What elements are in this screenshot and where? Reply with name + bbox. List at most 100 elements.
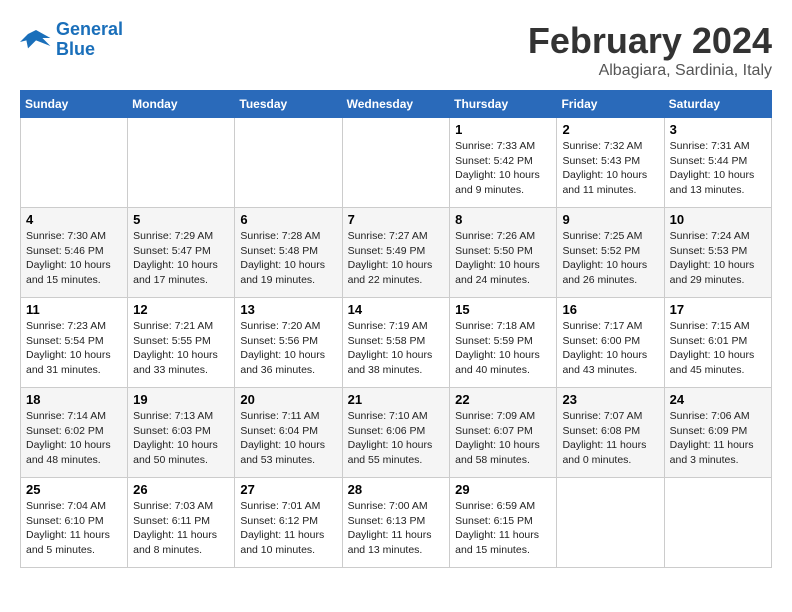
weekday-header-monday: Monday <box>128 91 235 118</box>
day-cell <box>342 118 450 208</box>
day-number: 7 <box>348 212 445 227</box>
day-number: 29 <box>455 482 551 497</box>
day-cell: 19Sunrise: 7:13 AMSunset: 6:03 PMDayligh… <box>128 388 235 478</box>
location: Albagiara, Sardinia, Italy <box>528 62 772 80</box>
day-info: Sunrise: 7:07 AMSunset: 6:08 PMDaylight:… <box>562 409 658 468</box>
day-cell: 4 Sunrise: 7:30 AMSunset: 5:46 PMDaylight… <box>21 208 128 298</box>
day-cell: 17 Sunrise: 7:15 AMSunset: 6:01 PMDayligh… <box>664 298 771 388</box>
day-cell: 11 Sunrise: 7:23 AMSunset: 5:54 PMDayligh… <box>21 298 128 388</box>
day-number: 20 <box>240 392 336 407</box>
day-info: Sunrise: 7:00 AMSunset: 6:13 PMDaylight:… <box>348 499 445 558</box>
day-cell: 13 Sunrise: 7:20 AMSunset: 5:56 PMDayligh… <box>235 298 342 388</box>
day-info: Sunrise: 7:06 AMSunset: 6:09 PMDaylight:… <box>670 409 766 468</box>
day-info: Sunrise: 7:25 AMSunset: 5:52 PMDaylight:… <box>562 229 658 288</box>
weekday-header-friday: Friday <box>557 91 664 118</box>
day-info: Sunrise: 7:14 AMSunset: 6:02 PMDaylight:… <box>26 409 122 468</box>
day-number: 1 <box>455 122 551 137</box>
weekday-header-thursday: Thursday <box>450 91 557 118</box>
day-number: 4 <box>26 212 122 227</box>
day-info: Sunrise: 7:20 AMSunset: 5:56 PMDaylight:… <box>240 319 336 378</box>
day-cell: 21 Sunrise: 7:10 AMSunset: 6:06 PMDayligh… <box>342 388 450 478</box>
day-cell: 8Sunrise: 7:26 AMSunset: 5:50 PMDaylight… <box>450 208 557 298</box>
week-row-2: 4 Sunrise: 7:30 AMSunset: 5:46 PMDaylight… <box>21 208 772 298</box>
day-number: 13 <box>240 302 336 317</box>
day-info: Sunrise: 7:04 AMSunset: 6:10 PMDaylight:… <box>26 499 122 558</box>
day-info: Sunrise: 7:17 AMSunset: 6:00 PMDaylight:… <box>562 319 658 378</box>
day-info: Sunrise: 7:32 AMSunset: 5:43 PMDaylight:… <box>562 139 658 198</box>
day-number: 2 <box>562 122 658 137</box>
day-info: Sunrise: 7:15 AMSunset: 6:01 PMDaylight:… <box>670 319 766 378</box>
week-row-5: 25Sunrise: 7:04 AMSunset: 6:10 PMDayligh… <box>21 478 772 568</box>
day-number: 27 <box>240 482 336 497</box>
day-number: 16 <box>562 302 658 317</box>
day-number: 5 <box>133 212 229 227</box>
day-cell: 12 Sunrise: 7:21 AMSunset: 5:55 PMDayligh… <box>128 298 235 388</box>
logo-text: General Blue <box>56 20 123 60</box>
day-cell: 2 Sunrise: 7:32 AMSunset: 5:43 PMDaylight… <box>557 118 664 208</box>
day-cell: 27Sunrise: 7:01 AMSunset: 6:12 PMDayligh… <box>235 478 342 568</box>
day-number: 21 <box>348 392 445 407</box>
day-cell: 1Sunrise: 7:33 AMSunset: 5:42 PMDaylight… <box>450 118 557 208</box>
day-info: Sunrise: 7:30 AMSunset: 5:46 PMDaylight:… <box>26 229 122 288</box>
day-number: 15 <box>455 302 551 317</box>
day-cell <box>128 118 235 208</box>
day-info: Sunrise: 7:28 AMSunset: 5:48 PMDaylight:… <box>240 229 336 288</box>
day-info: Sunrise: 7:10 AMSunset: 6:06 PMDaylight:… <box>348 409 445 468</box>
day-cell: 29 Sunrise: 6:59 AMSunset: 6:15 PMDayligh… <box>450 478 557 568</box>
day-info: Sunrise: 7:23 AMSunset: 5:54 PMDaylight:… <box>26 319 122 378</box>
logo-icon <box>20 26 52 54</box>
day-cell: 14 Sunrise: 7:19 AMSunset: 5:58 PMDayligh… <box>342 298 450 388</box>
day-cell <box>21 118 128 208</box>
day-cell: 23 Sunrise: 7:07 AMSunset: 6:08 PMDayligh… <box>557 388 664 478</box>
day-number: 6 <box>240 212 336 227</box>
weekday-header-wednesday: Wednesday <box>342 91 450 118</box>
day-cell: 26 Sunrise: 7:03 AMSunset: 6:11 PMDayligh… <box>128 478 235 568</box>
day-info: Sunrise: 7:11 AMSunset: 6:04 PMDaylight:… <box>240 409 336 468</box>
day-cell: 22 Sunrise: 7:09 AMSunset: 6:07 PMDayligh… <box>450 388 557 478</box>
day-number: 17 <box>670 302 766 317</box>
day-number: 10 <box>670 212 766 227</box>
day-number: 8 <box>455 212 551 227</box>
weekday-header-tuesday: Tuesday <box>235 91 342 118</box>
logo: General Blue <box>20 20 123 60</box>
day-cell: 20 Sunrise: 7:11 AMSunset: 6:04 PMDayligh… <box>235 388 342 478</box>
day-cell: 10 Sunrise: 7:24 AMSunset: 5:53 PMDayligh… <box>664 208 771 298</box>
day-number: 9 <box>562 212 658 227</box>
day-number: 22 <box>455 392 551 407</box>
day-number: 14 <box>348 302 445 317</box>
weekday-header-row: SundayMondayTuesdayWednesdayThursdayFrid… <box>21 91 772 118</box>
day-cell: 16 Sunrise: 7:17 AMSunset: 6:00 PMDayligh… <box>557 298 664 388</box>
week-row-3: 11 Sunrise: 7:23 AMSunset: 5:54 PMDayligh… <box>21 298 772 388</box>
day-info: Sunrise: 7:27 AMSunset: 5:49 PMDaylight:… <box>348 229 445 288</box>
day-cell <box>557 478 664 568</box>
day-cell <box>235 118 342 208</box>
day-number: 3 <box>670 122 766 137</box>
day-number: 24 <box>670 392 766 407</box>
month-title: February 2024 <box>528 20 772 62</box>
day-number: 18 <box>26 392 122 407</box>
day-cell: 9 Sunrise: 7:25 AMSunset: 5:52 PMDaylight… <box>557 208 664 298</box>
day-info: Sunrise: 7:29 AMSunset: 5:47 PMDaylight:… <box>133 229 229 288</box>
title-block: February 2024 Albagiara, Sardinia, Italy <box>528 20 772 80</box>
day-cell: 7 Sunrise: 7:27 AMSunset: 5:49 PMDaylight… <box>342 208 450 298</box>
day-info: Sunrise: 7:19 AMSunset: 5:58 PMDaylight:… <box>348 319 445 378</box>
day-number: 11 <box>26 302 122 317</box>
day-info: Sunrise: 7:09 AMSunset: 6:07 PMDaylight:… <box>455 409 551 468</box>
day-cell: 24 Sunrise: 7:06 AMSunset: 6:09 PMDayligh… <box>664 388 771 478</box>
day-info: Sunrise: 7:03 AMSunset: 6:11 PMDaylight:… <box>133 499 229 558</box>
day-info: Sunrise: 7:24 AMSunset: 5:53 PMDaylight:… <box>670 229 766 288</box>
day-info: Sunrise: 6:59 AMSunset: 6:15 PMDaylight:… <box>455 499 551 558</box>
day-number: 26 <box>133 482 229 497</box>
day-number: 23 <box>562 392 658 407</box>
day-cell: 25Sunrise: 7:04 AMSunset: 6:10 PMDayligh… <box>21 478 128 568</box>
day-cell: 28Sunrise: 7:00 AMSunset: 6:13 PMDayligh… <box>342 478 450 568</box>
day-cell: 6 Sunrise: 7:28 AMSunset: 5:48 PMDaylight… <box>235 208 342 298</box>
day-info: Sunrise: 7:21 AMSunset: 5:55 PMDaylight:… <box>133 319 229 378</box>
weekday-header-sunday: Sunday <box>21 91 128 118</box>
page-header: General Blue February 2024 Albagiara, Sa… <box>20 20 772 80</box>
week-row-4: 18 Sunrise: 7:14 AMSunset: 6:02 PMDayligh… <box>21 388 772 478</box>
weekday-header-saturday: Saturday <box>664 91 771 118</box>
day-info: Sunrise: 7:13 AMSunset: 6:03 PMDaylight:… <box>133 409 229 468</box>
day-number: 12 <box>133 302 229 317</box>
calendar-table: SundayMondayTuesdayWednesdayThursdayFrid… <box>20 90 772 568</box>
